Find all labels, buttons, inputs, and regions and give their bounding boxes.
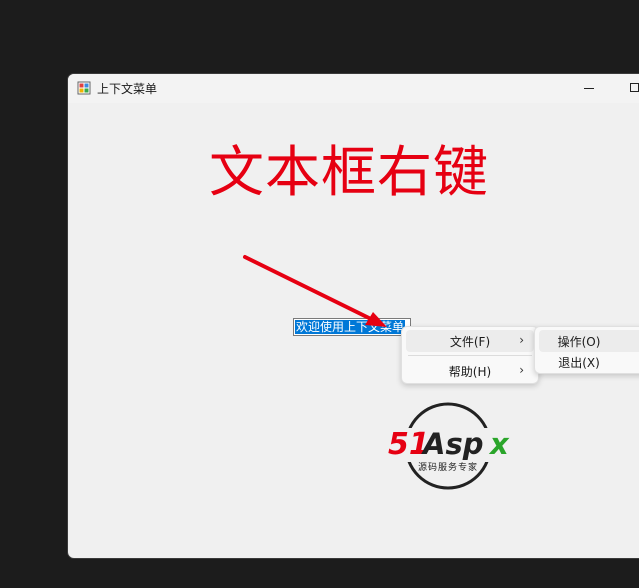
text-input[interactable]: 欢迎使用上下文菜单 (293, 318, 411, 336)
app-icon (77, 81, 91, 95)
submenu-item-operate[interactable]: 操作(O) (539, 330, 639, 352)
51aspx-logo: 51 Asp x 源码服务专家 (388, 402, 512, 490)
svg-text:Asp: Asp (421, 427, 483, 461)
file-submenu: 操作(O) 退出(X) (534, 326, 639, 374)
submenu-item-exit[interactable]: 退出(X) (539, 351, 639, 373)
app-window: 上下文菜单 文本框右键 欢迎使用上下文菜单 文件(F) › 帮助(H) › 操作… (67, 73, 639, 559)
submenu-item-operate-label: 操作(O) (557, 335, 601, 349)
submenu-item-exit-label: 退出(X) (558, 356, 600, 370)
heading-label: 文本框右键 (209, 140, 490, 204)
selected-text[interactable]: 欢迎使用上下文菜单 (295, 320, 406, 334)
minimize-button[interactable] (566, 74, 612, 103)
title-bar[interactable]: 上下文菜单 (68, 74, 639, 103)
window-title: 上下文菜单 (97, 82, 158, 96)
svg-text:源码服务专家: 源码服务专家 (418, 461, 478, 473)
maximize-button[interactable] (612, 74, 639, 103)
svg-text:x: x (488, 427, 510, 461)
